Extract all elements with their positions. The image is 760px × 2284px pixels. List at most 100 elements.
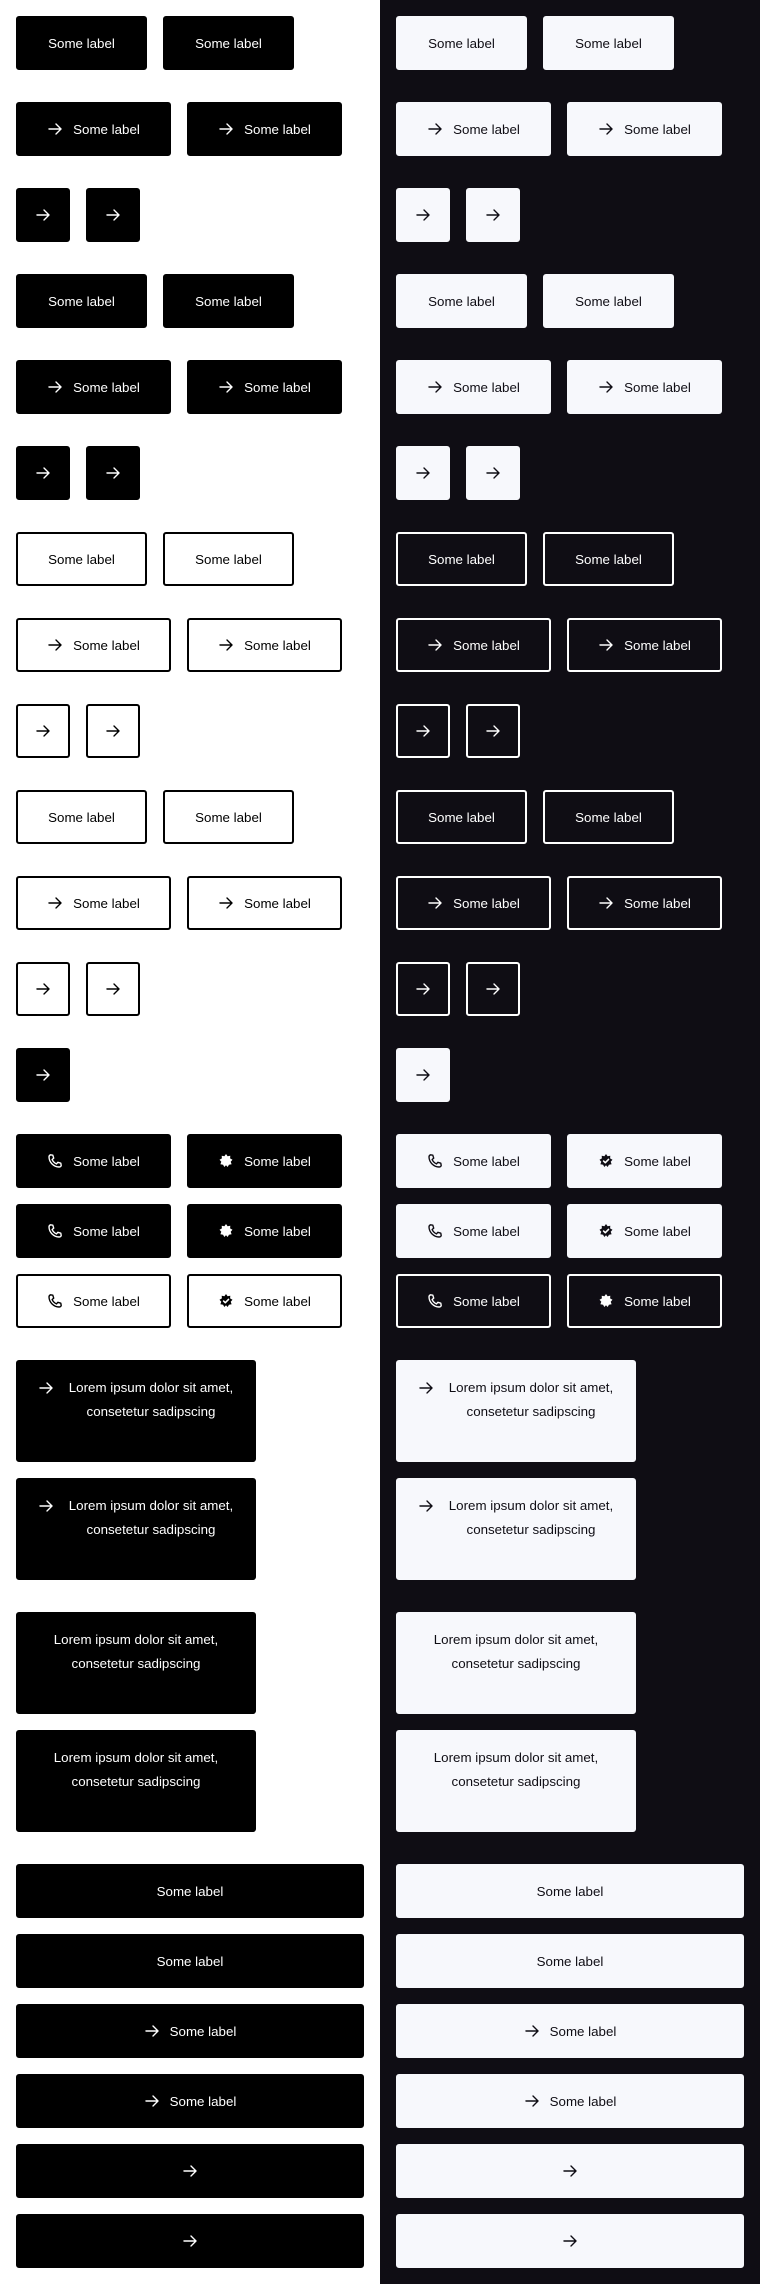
full-width-icon-label-button[interactable]: Some label [16,2074,364,2128]
call-button[interactable]: Some label [16,1274,171,1328]
multiline-button[interactable]: Lorem ipsum dolor sit amet, consetetur s… [16,1730,256,1832]
arrow-right-icon [418,1380,434,1396]
label-button[interactable]: Some label [396,16,527,70]
multiline-button[interactable]: Lorem ipsum dolor sit amet, consetetur s… [396,1730,636,1832]
label-button[interactable]: Some label [163,532,294,586]
button-label: Some label [244,895,311,911]
icon-label-button[interactable]: Some label [16,360,171,414]
button-label: Lorem ipsum dolor sit amet, consetetur s… [53,1750,219,1789]
badge-button[interactable]: Some label [567,1134,722,1188]
icon-label-button[interactable]: Some label [187,876,342,930]
full-width-button[interactable]: Some label [16,1934,364,1988]
icon-button[interactable] [16,704,70,758]
multiline-icon-button[interactable]: Lorem ipsum dolor sit amet, consetetur s… [16,1478,256,1580]
arrow-right-icon [427,637,443,653]
full-width-icon-label-button[interactable]: Some label [16,2004,364,2058]
icon-button[interactable] [16,1048,70,1102]
full-width-icon-button[interactable] [16,2214,364,2268]
icon-label-button[interactable]: Some label [16,102,171,156]
icon-button[interactable] [16,188,70,242]
full-width-icon-label-button[interactable]: Some label [396,2004,744,2058]
badge-button[interactable]: Some label [187,1134,342,1188]
call-button[interactable]: Some label [396,1274,551,1328]
badge-button[interactable]: Some label [567,1204,722,1258]
label-button[interactable]: Some label [163,274,294,328]
call-button[interactable]: Some label [396,1134,551,1188]
call-button[interactable]: Some label [16,1134,171,1188]
icon-button[interactable] [466,446,520,500]
full-width-icon-button[interactable] [396,2214,744,2268]
icon-label-button[interactable]: Some label [567,360,722,414]
button-label: Lorem ipsum dolor sit amet, consetetur s… [53,1632,219,1671]
multiline-button[interactable]: Lorem ipsum dolor sit amet, consetetur s… [396,1612,636,1714]
label-button[interactable]: Some label [163,16,294,70]
icon-button[interactable] [396,704,450,758]
icon-button[interactable] [396,188,450,242]
icon-button[interactable] [466,962,520,1016]
call-button[interactable]: Some label [16,1204,171,1258]
button-row: Some label Some label [16,102,342,156]
icon-button[interactable] [466,188,520,242]
label-button[interactable]: Some label [16,274,147,328]
button-label: Some label [624,379,691,395]
icon-button[interactable] [466,704,520,758]
icon-button[interactable] [16,962,70,1016]
icon-button[interactable] [86,704,140,758]
label-button[interactable]: Some label [396,790,527,844]
icon-label-button[interactable]: Some label [187,360,342,414]
icon-label-button[interactable]: Some label [187,102,342,156]
icon-button[interactable] [396,1048,450,1102]
icon-label-button[interactable]: Some label [396,360,551,414]
full-width-button[interactable]: Some label [396,1934,744,1988]
icon-button[interactable] [86,446,140,500]
icon-label-button[interactable]: Some label [396,876,551,930]
button-label: Some label [244,379,311,395]
icon-label-button[interactable]: Some label [187,618,342,672]
button-row: Some label [396,1934,744,1988]
icon-label-button[interactable]: Some label [16,618,171,672]
arrow-right-icon [485,723,501,739]
button-row [396,2214,744,2268]
label-button[interactable]: Some label [543,532,674,586]
label-button[interactable]: Some label [396,532,527,586]
button-label: Some label [453,1293,520,1309]
multiline-button[interactable]: Lorem ipsum dolor sit amet, consetetur s… [16,1612,256,1714]
label-button[interactable]: Some label [543,16,674,70]
icon-label-button[interactable]: Some label [567,876,722,930]
label-button[interactable]: Some label [16,532,147,586]
button-label: Lorem ipsum dolor sit amet, consetetur s… [68,1498,234,1537]
label-button[interactable]: Some label [543,790,674,844]
icon-button[interactable] [396,962,450,1016]
full-width-icon-label-button[interactable]: Some label [396,2074,744,2128]
icon-label-button[interactable]: Some label [16,876,171,930]
badge-button[interactable]: Some label [187,1204,342,1258]
arrow-right-icon [35,465,51,481]
icon-button[interactable] [86,962,140,1016]
icon-button[interactable] [16,446,70,500]
phone-icon [427,1293,443,1309]
label-button[interactable]: Some label [16,16,147,70]
arrow-right-icon [38,1498,54,1514]
badge-button[interactable]: Some label [187,1274,342,1328]
call-button[interactable]: Some label [396,1204,551,1258]
full-width-icon-button[interactable] [396,2144,744,2198]
icon-label-button[interactable]: Some label [567,102,722,156]
full-width-button[interactable]: Some label [16,1864,364,1918]
icon-label-button[interactable]: Some label [396,618,551,672]
full-width-icon-button[interactable] [16,2144,364,2198]
icon-button[interactable] [396,446,450,500]
multiline-icon-button[interactable]: Lorem ipsum dolor sit amet, consetetur s… [396,1478,636,1580]
full-width-button[interactable]: Some label [396,1864,744,1918]
icon-label-button[interactable]: Some label [396,102,551,156]
label-button[interactable]: Some label [16,790,147,844]
icon-button[interactable] [86,188,140,242]
multiline-icon-button[interactable]: Lorem ipsum dolor sit amet, consetetur s… [396,1360,636,1462]
badge-button[interactable]: Some label [567,1274,722,1328]
label-button[interactable]: Some label [396,274,527,328]
label-button[interactable]: Some label [543,274,674,328]
button-row: Lorem ipsum dolor sit amet, consetetur s… [396,1612,636,1714]
multiline-icon-button[interactable]: Lorem ipsum dolor sit amet, consetetur s… [16,1360,256,1462]
label-button[interactable]: Some label [163,790,294,844]
button-label: Some label [549,2023,617,2039]
icon-label-button[interactable]: Some label [567,618,722,672]
